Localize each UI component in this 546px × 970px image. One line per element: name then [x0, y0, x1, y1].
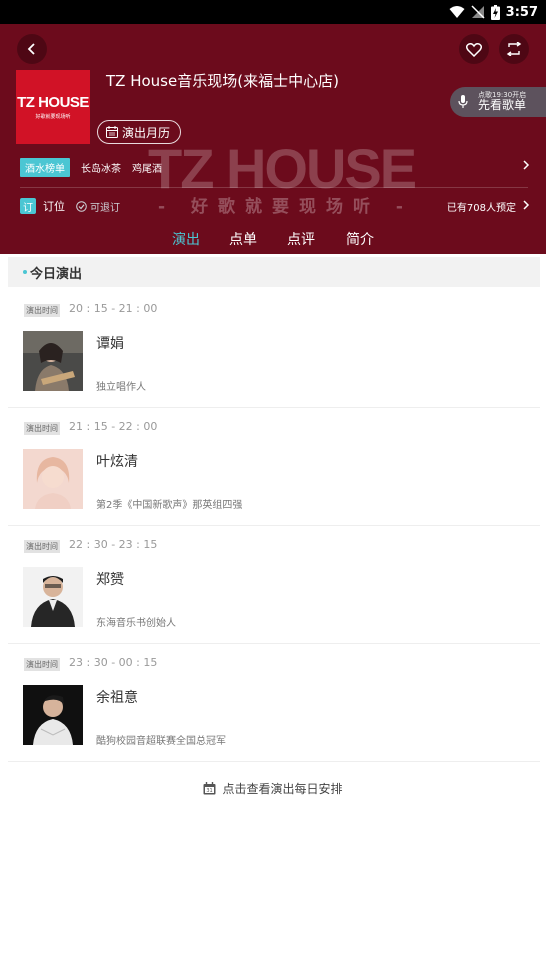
show-time-badge: 演出时间	[24, 304, 60, 317]
artist-photo-image	[23, 567, 83, 627]
today-shows-header: 今日演出	[8, 257, 540, 287]
venue-header: TZ HOUSE - 好歌就要现场听 - TZ HOUSE 好歌就要现场听 TZ…	[0, 24, 546, 254]
venue-logo-subtext: 好歌就要现场听	[35, 114, 71, 120]
artist-name: 郑赟	[96, 572, 124, 588]
share-icon	[506, 42, 522, 56]
tab-intro[interactable]: 简介	[346, 229, 374, 249]
microphone-icon	[458, 95, 468, 108]
artist-photo-image	[23, 449, 83, 509]
show-time: 20 : 15 - 21 : 00	[69, 302, 158, 315]
section-title: 今日演出	[30, 266, 83, 282]
drinks-ranking-badge: 酒水榜单	[20, 157, 70, 177]
battery-charging-icon	[490, 4, 500, 20]
show-calendar-button[interactable]: 演出月历	[97, 120, 182, 144]
header-divider	[20, 187, 528, 188]
artist-description: 独立唱作人	[96, 382, 146, 393]
song-list-button[interactable]: 点歌19:30开启 先看歌单	[450, 87, 546, 117]
artist-photo	[23, 331, 83, 391]
back-arrow-icon	[27, 43, 35, 55]
chevron-right-icon	[523, 160, 530, 170]
artist-photo	[23, 567, 83, 627]
artist-name: 叶炫清	[96, 454, 138, 470]
artist-photo-image	[23, 331, 83, 391]
booking-label: 订位	[43, 200, 65, 213]
booking-row[interactable]: 订 订位 可退订 已有708人预定	[20, 196, 530, 216]
venue-logo: TZ HOUSE 好歌就要现场听	[16, 70, 90, 144]
show-time-badge: 演出时间	[24, 658, 60, 671]
tab-order[interactable]: 点单	[229, 229, 257, 249]
refund-label: 可退订	[90, 202, 120, 214]
daily-schedule-label: 点击查看演出每日安排	[222, 782, 343, 796]
chevron-right-icon	[523, 200, 530, 210]
artist-description: 酷狗校园音超联赛全国总冠军	[96, 736, 226, 747]
daily-schedule-link[interactable]: 31 点击查看演出每日安排	[0, 780, 546, 797]
song-list-label: 先看歌单	[478, 98, 527, 113]
show-time-badge: 演出时间	[24, 422, 60, 435]
status-time: 3:57	[505, 4, 538, 20]
venue-tabs: 演出 点单 点评 简介	[0, 224, 546, 252]
show-time: 22 : 30 - 23 : 15	[69, 538, 158, 551]
favorite-button[interactable]	[459, 34, 489, 64]
song-pill-texts: 点歌19:30开启 先看歌单	[478, 91, 527, 113]
show-time: 23 : 30 - 00 : 15	[69, 656, 158, 669]
show-time: 21 : 15 - 22 : 00	[69, 420, 158, 433]
show-time-badge: 演出时间	[24, 540, 60, 553]
share-button[interactable]	[499, 34, 529, 64]
calendar-icon: 31	[203, 782, 216, 795]
back-button[interactable]	[17, 34, 47, 64]
show-item[interactable]: 演出时间 20 : 15 - 21 : 00 谭娟 独立唱作人	[8, 290, 540, 408]
section-dot	[23, 270, 27, 274]
refund-note: 可退订	[76, 199, 120, 214]
artist-photo	[23, 685, 83, 745]
tab-shows[interactable]: 演出	[172, 229, 200, 249]
booked-count: 已有708人预定	[446, 202, 516, 214]
check-circle-icon	[76, 200, 87, 212]
drink-item: 长岛冰茶	[81, 163, 121, 175]
artist-description: 东海音乐书创始人	[96, 618, 176, 629]
venue-name: TZ House音乐现场(来福士中心店)	[106, 72, 339, 90]
drinks-ranking-row[interactable]: 酒水榜单 长岛冰茶 鸡尾酒	[20, 157, 530, 177]
show-item[interactable]: 演出时间 22 : 30 - 23 : 15 郑赟 东海音乐书创始人	[8, 526, 540, 644]
heart-icon	[466, 42, 482, 57]
artist-name: 谭娟	[96, 336, 124, 352]
status-bar: 3:57	[0, 0, 546, 24]
show-item[interactable]: 演出时间 23 : 30 - 00 : 15 余祖意 酷狗校园音超联赛全国总冠军	[8, 644, 540, 762]
booking-icon: 订	[20, 198, 36, 214]
show-divider	[8, 761, 540, 762]
shows-content: 今日演出 演出时间 20 : 15 - 21 : 00 谭娟 独立唱作人 演出时…	[0, 254, 546, 970]
drink-item: 鸡尾酒	[132, 163, 162, 175]
artist-name: 余祖意	[96, 690, 138, 706]
show-item[interactable]: 演出时间 21 : 15 - 22 : 00 叶炫清 第2季《中国新歌声》那英组…	[8, 408, 540, 526]
svg-text:31: 31	[207, 788, 213, 794]
wifi-icon	[449, 6, 465, 18]
venue-logo-text: TZ HOUSE	[17, 94, 89, 111]
calendar-icon	[106, 126, 118, 138]
show-calendar-label: 演出月历	[122, 125, 171, 140]
tab-reviews[interactable]: 点评	[287, 229, 315, 249]
artist-photo	[23, 449, 83, 509]
artist-photo-image	[23, 685, 83, 745]
no-signal-icon	[471, 5, 485, 19]
artist-description: 第2季《中国新歌声》那英组四强	[96, 500, 243, 511]
status-icons: 3:57	[449, 3, 538, 21]
